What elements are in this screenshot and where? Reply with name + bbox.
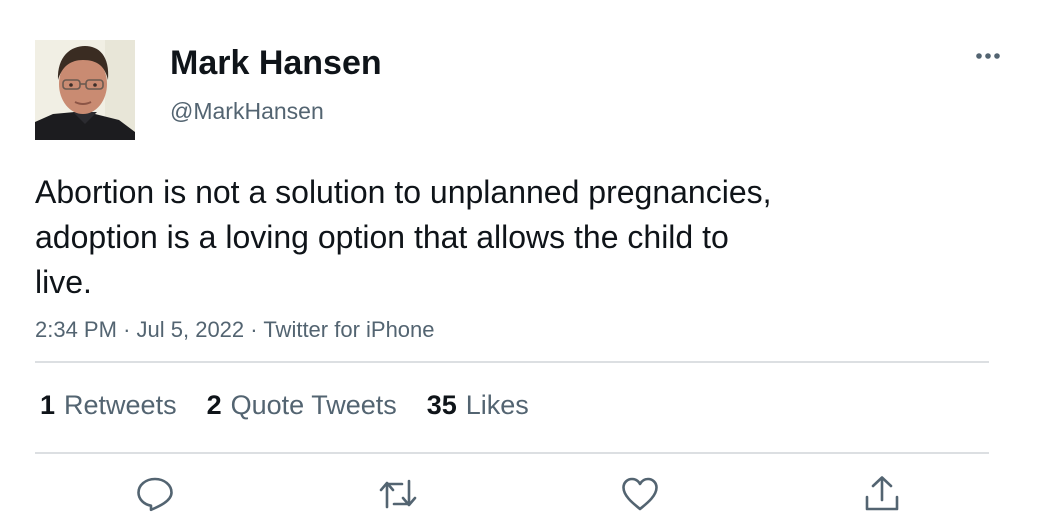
- tweet-card: Mark Hansen @MarkHansen Abortion is not …: [0, 0, 1050, 525]
- reply-button[interactable]: [135, 474, 175, 514]
- likes-stat[interactable]: 35 Likes: [427, 386, 529, 424]
- author-display-name[interactable]: Mark Hansen: [170, 42, 382, 84]
- retweet-icon: [379, 479, 417, 509]
- more-options-button[interactable]: [970, 44, 1006, 68]
- tweet-text: Abortion is not a solution to unplanned …: [35, 174, 772, 300]
- share-icon: [865, 476, 899, 511]
- reply-icon: [137, 477, 173, 512]
- tweet-metadata: 2:34 PM · Jul 5, 2022 · Twitter for iPho…: [35, 315, 435, 345]
- retweet-button[interactable]: [378, 474, 418, 514]
- retweets-count: 1: [40, 390, 56, 420]
- retweets-label: Retweets: [64, 390, 177, 420]
- likes-label: Likes: [465, 390, 529, 420]
- avatar-photo: [35, 40, 135, 140]
- heart-icon: [622, 477, 658, 511]
- share-button[interactable]: [862, 474, 902, 514]
- divider: [35, 452, 989, 454]
- retweets-stat[interactable]: 1 Retweets: [40, 386, 177, 424]
- quote-tweets-label: Quote Tweets: [230, 390, 397, 420]
- more-icon: [976, 53, 1000, 59]
- divider: [35, 361, 989, 363]
- tweet-stats: 1 Retweets 2 Quote Tweets 35 Likes: [40, 386, 559, 424]
- likes-count: 35: [426, 390, 457, 420]
- author-handle[interactable]: @MarkHansen: [170, 96, 324, 126]
- tweet-date[interactable]: Jul 5, 2022: [137, 317, 245, 342]
- quote-tweets-count: 2: [206, 390, 222, 420]
- like-button[interactable]: [620, 474, 660, 514]
- meta-separator: ·: [250, 317, 258, 342]
- tweet-time[interactable]: 2:34 PM: [35, 317, 117, 342]
- meta-separator: ·: [123, 317, 131, 342]
- quote-tweets-stat[interactable]: 2 Quote Tweets: [207, 386, 397, 424]
- avatar[interactable]: [35, 40, 135, 140]
- tweet-source[interactable]: Twitter for iPhone: [263, 317, 434, 342]
